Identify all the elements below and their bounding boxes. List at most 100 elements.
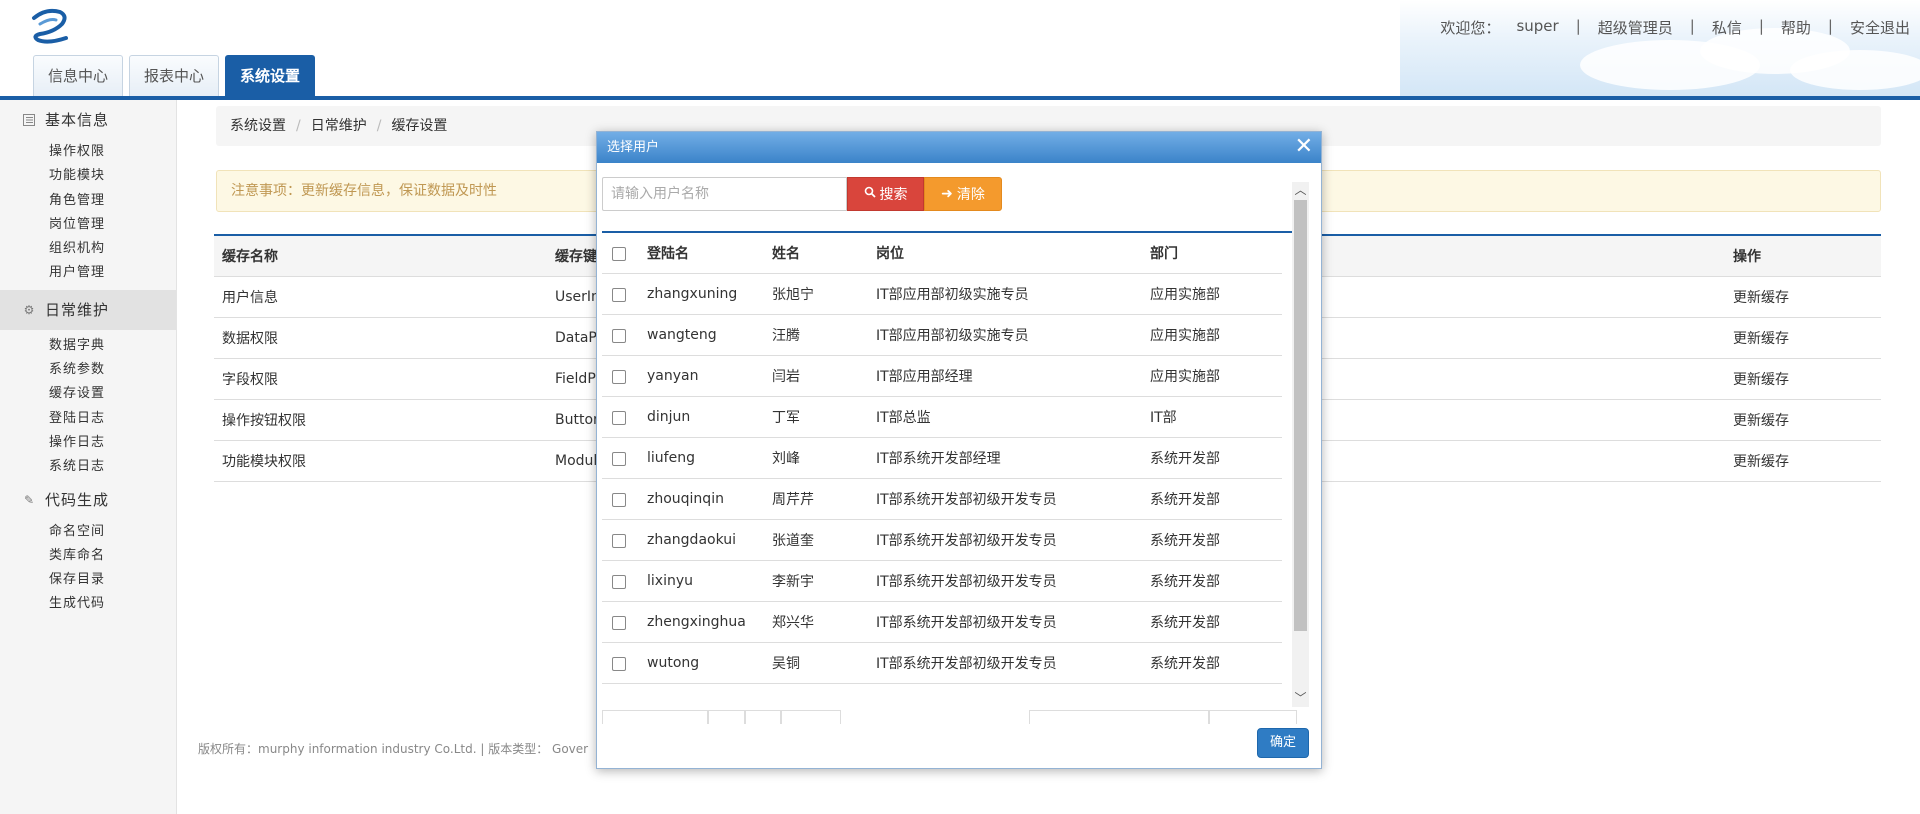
breadcrumb-item[interactable]: 日常维护 — [311, 118, 367, 134]
confirm-button[interactable]: 确定 — [1257, 728, 1309, 758]
row-checkbox[interactable] — [612, 288, 626, 302]
sidebar-group-basic-info[interactable]: 基本信息 — [0, 100, 176, 140]
clear-button[interactable]: ➜ 清除 — [924, 177, 1002, 211]
row-checkbox[interactable] — [612, 657, 626, 671]
sidebar-item-system-params[interactable]: 系统参数 — [0, 358, 176, 382]
user-post: IT部系统开发部初级开发专员 — [876, 519, 1150, 561]
user-post: IT部总监 — [876, 396, 1150, 438]
table-row[interactable]: wutong 吴铜 IT部系统开发部初级开发专员 系统开发部 — [602, 642, 1282, 684]
tab-system-settings[interactable]: 系统设置 — [225, 55, 316, 97]
table-row[interactable]: lixinyu 李新宇 IT部系统开发部初级开发专员 系统开发部 — [602, 560, 1282, 602]
user-post: IT部系统开发部初级开发专员 — [876, 560, 1150, 602]
table-row[interactable]: zhengxinghua 郑兴华 IT部系统开发部初级开发专员 系统开发部 — [602, 601, 1282, 643]
search-button[interactable]: 搜索 — [847, 177, 924, 211]
table-row[interactable]: dinjun 丁军 IT部总监 IT部 — [602, 396, 1282, 438]
breadcrumb-item[interactable]: 系统设置 — [230, 118, 286, 134]
update-cache-link[interactable]: 更新缓存 — [1725, 317, 1881, 359]
column-header: 岗位 — [876, 233, 1150, 274]
sidebar-item-post-management[interactable]: 岗位管理 — [0, 213, 176, 237]
logout-link[interactable]: 安全退出 — [1850, 17, 1910, 38]
cache-name: 用户信息 — [214, 276, 547, 318]
row-checkbox[interactable] — [612, 329, 626, 343]
sidebar-item-function-module[interactable]: 功能模块 — [0, 164, 176, 188]
table-row[interactable]: wangteng 汪腾 IT部应用部初级实施专员 应用实施部 — [602, 314, 1282, 356]
user-dept: 应用实施部 — [1150, 314, 1282, 356]
sidebar-group-code-generation[interactable]: ✎ 代码生成 — [0, 480, 176, 520]
user-post: IT部应用部经理 — [876, 355, 1150, 397]
table-header-row: 登陆名 姓名 岗位 部门 — [602, 233, 1282, 274]
sidebar-item-role-management[interactable]: 角色管理 — [0, 189, 176, 213]
username-link[interactable]: super — [1516, 17, 1558, 38]
row-checkbox[interactable] — [612, 534, 626, 548]
top-tabs: 信息中心 报表中心 系统设置 — [33, 55, 316, 97]
sidebar-item-data-dictionary[interactable]: 数据字典 — [0, 334, 176, 358]
pager-segment — [602, 710, 708, 724]
sidebar-item-save-directory[interactable]: 保存目录 — [0, 568, 176, 592]
update-cache-link[interactable]: 更新缓存 — [1725, 440, 1881, 482]
tab-report-center[interactable]: 报表中心 — [129, 55, 220, 97]
sidebar-item-cache-settings[interactable]: 缓存设置 — [0, 382, 176, 406]
sidebar-item-generate-code[interactable]: 生成代码 — [0, 592, 176, 616]
sidebar-group-daily-maintenance[interactable]: ⚙ 日常维护 — [0, 289, 176, 330]
update-cache-link[interactable]: 更新缓存 — [1725, 276, 1881, 318]
search-input[interactable] — [602, 177, 847, 211]
sidebar-item-system-log[interactable]: 系统日志 — [0, 455, 176, 479]
sidebar-item-operation-permission[interactable]: 操作权限 — [0, 140, 176, 164]
grid-icon — [22, 113, 36, 127]
sidebar-item-login-log[interactable]: 登陆日志 — [0, 407, 176, 431]
user-login: zhengxinghua — [647, 601, 772, 643]
table-row[interactable]: zhouqinqin 周芹芹 IT部系统开发部初级开发专员 系统开发部 — [602, 478, 1282, 520]
user-dept: 系统开发部 — [1150, 478, 1282, 520]
user-post: IT部应用部初级实施专员 — [876, 273, 1150, 315]
table-row[interactable]: zhangdaokui 张道奎 IT部系统开发部初级开发专员 系统开发部 — [602, 519, 1282, 561]
user-table: 登陆名 姓名 岗位 部门 zhangxuning 张旭宁 IT部应用部初级实施专… — [602, 233, 1282, 684]
sidebar-group-label: 代码生成 — [45, 490, 110, 509]
sidebar-item-operation-log[interactable]: 操作日志 — [0, 431, 176, 455]
search-bar: 搜索 ➜ 清除 — [602, 177, 1002, 211]
column-header: 部门 — [1150, 233, 1282, 274]
sidebar-item-user-management[interactable]: 用户管理 — [0, 261, 176, 285]
user-login: zhouqinqin — [647, 478, 772, 520]
table-row[interactable]: zhangxuning 张旭宁 IT部应用部初级实施专员 应用实施部 — [602, 273, 1282, 315]
user-name: 李新宇 — [772, 560, 876, 602]
sidebar-item-organization[interactable]: 组织机构 — [0, 237, 176, 261]
update-cache-link[interactable]: 更新缓存 — [1725, 399, 1881, 441]
close-icon[interactable]: ✕ — [1295, 132, 1313, 162]
user-login: yanyan — [647, 355, 772, 397]
select-all-checkbox[interactable] — [612, 247, 626, 262]
row-checkbox[interactable] — [612, 575, 626, 589]
user-login: lixinyu — [647, 560, 772, 602]
table-row[interactable]: liufeng 刘峰 IT部系统开发部经理 系统开发部 — [602, 437, 1282, 479]
row-checkbox[interactable] — [612, 452, 626, 466]
row-checkbox[interactable] — [612, 616, 626, 630]
user-dept: 应用实施部 — [1150, 355, 1282, 397]
header-divider — [0, 96, 1920, 100]
update-cache-link[interactable]: 更新缓存 — [1725, 358, 1881, 400]
row-checkbox[interactable] — [612, 411, 626, 425]
chevron-down-icon[interactable]: ﹀ — [1292, 690, 1309, 707]
user-name: 刘峰 — [772, 437, 876, 479]
search-icon — [864, 186, 876, 202]
sidebar-item-namespace[interactable]: 命名空间 — [0, 520, 176, 544]
breadcrumb-current: 缓存设置 — [391, 118, 448, 134]
row-checkbox[interactable] — [612, 370, 626, 384]
message-link[interactable]: 私信 — [1712, 17, 1742, 38]
table-row[interactable]: yanyan 闫岩 IT部应用部经理 应用实施部 — [602, 355, 1282, 397]
dialog-scrollbar[interactable]: ︿ ﹀ — [1292, 182, 1309, 707]
user-dept: 系统开发部 — [1150, 437, 1282, 479]
user-post: IT部应用部初级实施专员 — [876, 314, 1150, 356]
sidebar-item-library-naming[interactable]: 类库命名 — [0, 544, 176, 568]
role-link[interactable]: 超级管理员 — [1598, 17, 1673, 38]
tab-info-center[interactable]: 信息中心 — [33, 55, 124, 97]
sidebar-group-label: 基本信息 — [45, 111, 110, 129]
header: 欢迎您： super | 超级管理员 | 私信 | 帮助 | 安全退出 信息中心… — [0, 0, 1920, 100]
row-checkbox[interactable] — [612, 493, 626, 507]
logo — [26, 6, 72, 46]
cache-name: 功能模块权限 — [214, 440, 547, 482]
cache-name: 数据权限 — [214, 317, 547, 359]
pencil-icon: ✎ — [23, 492, 35, 507]
chevron-up-icon[interactable]: ︿ — [1292, 182, 1309, 199]
pager-segment — [1029, 710, 1209, 724]
help-link[interactable]: 帮助 — [1781, 17, 1811, 38]
scrollbar-thumb[interactable] — [1294, 200, 1307, 631]
